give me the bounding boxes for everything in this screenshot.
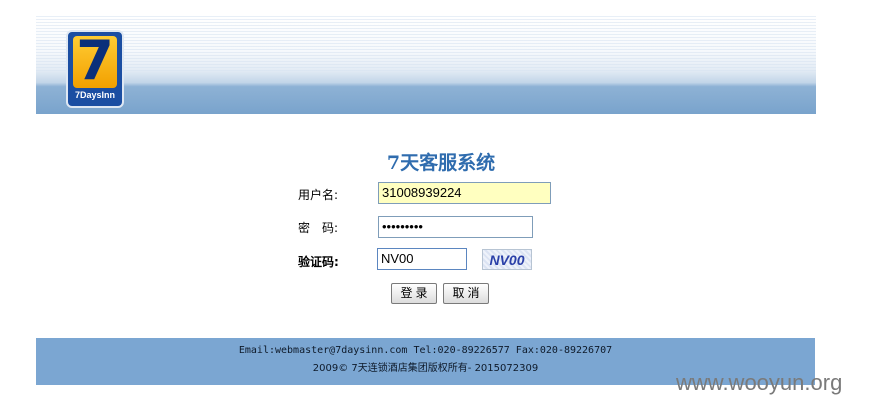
watermark: www.wooyun.org [676, 370, 843, 395]
logo-text: 7DaysInn [74, 90, 116, 100]
captcha-label: 验证码: [298, 255, 339, 269]
footer-contact: Email:webmaster@7daysinn.com Tel:020-892… [238, 345, 613, 356]
logo: 7 7DaysInn [66, 30, 124, 108]
logo-badge: 7 [73, 30, 117, 92]
username-input[interactable]: 31008939224 [378, 182, 551, 204]
header-stripes [36, 16, 816, 72]
password-input[interactable]: ••••••••• [378, 216, 533, 238]
header-banner: 7 7DaysInn [36, 16, 816, 114]
cancel-button[interactable]: 取消 [443, 283, 489, 304]
captcha-image[interactable]: NV00 [482, 249, 532, 270]
password-label: 密 码: [298, 221, 339, 235]
logo-number: 7 [76, 29, 114, 92]
username-label: 用户名: [298, 188, 339, 202]
login-button[interactable]: 登录 [391, 283, 437, 304]
captcha-input[interactable]: NV00 [377, 248, 467, 270]
page-title: 7天客服系统 [386, 152, 496, 174]
